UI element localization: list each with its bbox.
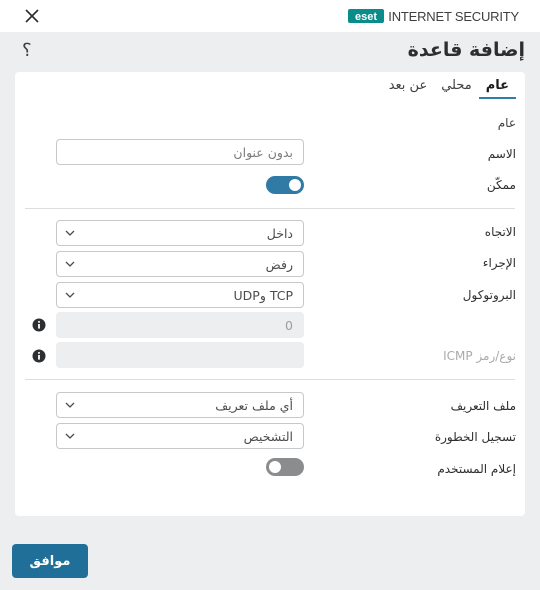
- direction-label: الاتجاه: [484, 225, 516, 239]
- section-label-general: عام: [497, 116, 516, 130]
- port-field: 0: [56, 312, 304, 338]
- enabled-toggle[interactable]: [266, 176, 304, 194]
- tab-remote[interactable]: عن بعد: [382, 77, 435, 99]
- chevron-down-icon: [65, 230, 75, 236]
- ok-button[interactable]: موافق: [12, 544, 88, 578]
- chevron-down-icon: [65, 292, 75, 298]
- enabled-label: ممكّن: [486, 178, 516, 192]
- rule-form-card: عام محلي عن بعد عام الاسم بدون عنوان ممك…: [15, 72, 525, 516]
- title-bar: eset INTERNET SECURITY: [0, 0, 540, 32]
- eset-logo-icon: eset: [348, 9, 385, 23]
- action-label: الإجراء: [482, 256, 516, 270]
- logo-text: eset: [355, 11, 377, 23]
- icmp-label: نوع/رمز ICMP: [443, 349, 516, 363]
- log-severity-select[interactable]: التشخيص: [56, 423, 304, 449]
- log-severity-label: تسجيل الخطورة: [434, 430, 516, 444]
- name-label: الاسم: [487, 147, 516, 161]
- info-icon[interactable]: [32, 318, 46, 332]
- divider: [25, 208, 515, 209]
- profile-select[interactable]: أي ملف تعريف: [56, 392, 304, 418]
- help-button[interactable]: ؟: [22, 40, 32, 61]
- close-icon[interactable]: [22, 6, 42, 26]
- direction-value: داخل: [266, 225, 293, 241]
- chevron-down-icon: [65, 433, 75, 439]
- notify-user-toggle[interactable]: [266, 458, 304, 476]
- divider: [25, 379, 515, 380]
- toggle-knob: [269, 461, 281, 473]
- chevron-down-icon: [65, 402, 75, 408]
- chevron-down-icon: [65, 261, 75, 267]
- toggle-knob: [289, 179, 301, 191]
- name-input[interactable]: بدون عنوان: [56, 139, 304, 165]
- tab-local[interactable]: محلي: [434, 77, 479, 99]
- action-value: رفض: [265, 256, 293, 272]
- direction-select[interactable]: داخل: [56, 220, 304, 246]
- protocol-label: البروتوكول: [462, 288, 516, 302]
- profile-label: ملف التعريف: [450, 399, 516, 413]
- action-select[interactable]: رفض: [56, 251, 304, 277]
- profile-value: أي ملف تعريف: [215, 397, 293, 413]
- brand: eset INTERNET SECURITY: [348, 8, 519, 24]
- page-title: إضافة قاعدة: [407, 39, 525, 61]
- protocol-value: TCP وUDP: [233, 287, 294, 303]
- notify-user-label: إعلام المستخدم: [437, 462, 516, 476]
- info-icon[interactable]: [32, 349, 46, 363]
- log-severity-value: التشخيص: [243, 428, 293, 444]
- tab-general[interactable]: عام: [478, 77, 516, 99]
- product-name: INTERNET SECURITY: [388, 8, 519, 24]
- protocol-select[interactable]: TCP وUDP: [56, 282, 304, 308]
- icmp-field: [56, 342, 304, 368]
- tab-bar: عام محلي عن بعد: [382, 77, 516, 99]
